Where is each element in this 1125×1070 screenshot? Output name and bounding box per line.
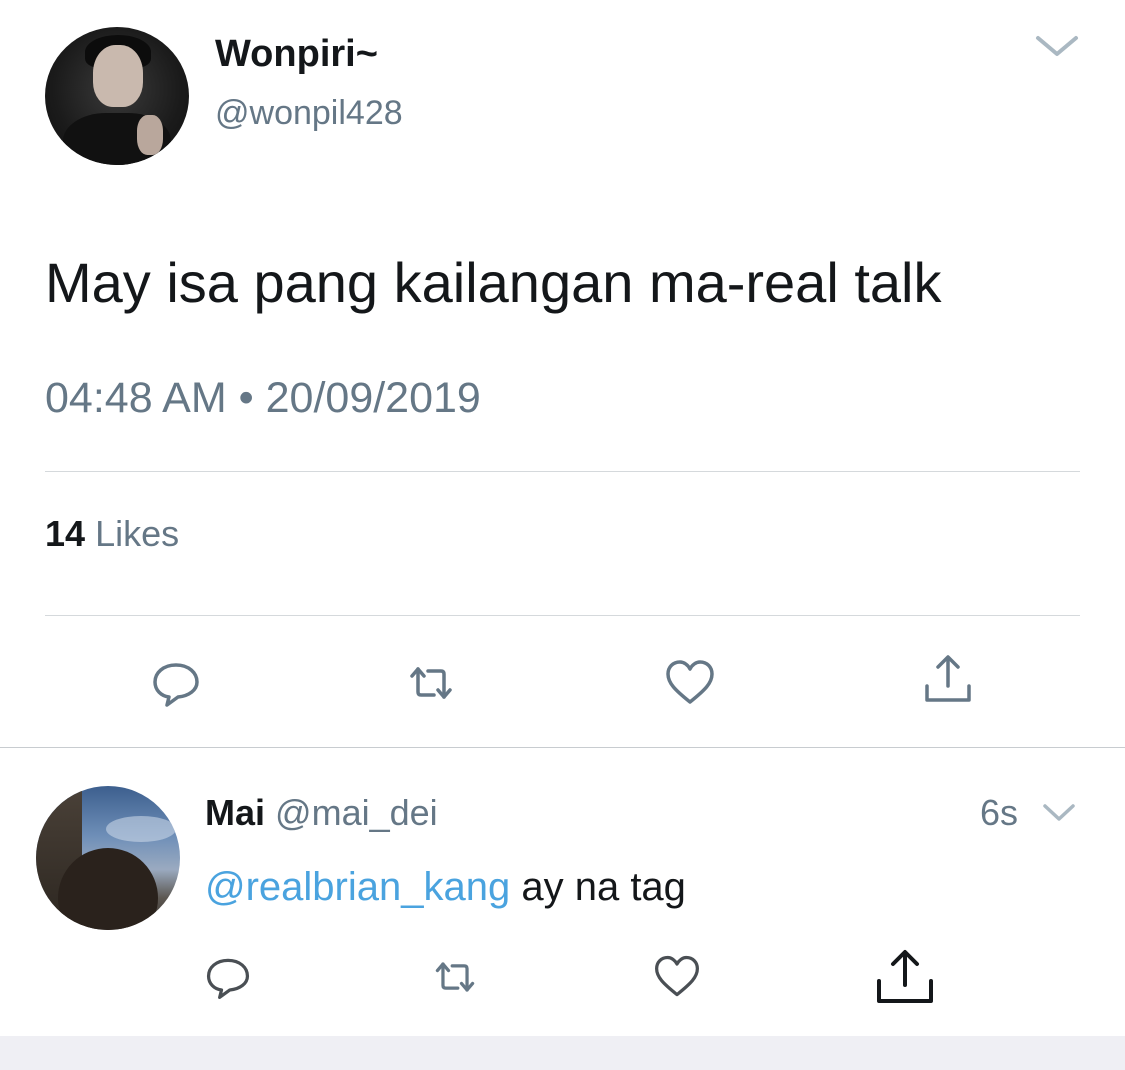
chevron-down-icon[interactable] (1032, 30, 1082, 60)
share-icon[interactable] (873, 947, 937, 1007)
reply-handle: @mai_dei (275, 792, 438, 833)
heart-icon[interactable] (663, 656, 717, 710)
share-icon[interactable] (921, 652, 975, 706)
likes-count: 14 (45, 513, 86, 554)
tweet-text: May isa pang kailangan ma-real talk (45, 251, 942, 314)
divider (45, 615, 1080, 616)
reply-icon[interactable] (149, 656, 203, 710)
avatar-cloud (106, 816, 176, 842)
reply-author[interactable]: Mai @mai_dei (205, 790, 438, 836)
tweet-timestamp: 04:48 AM • 20/09/2019 (45, 374, 481, 422)
reply-avatar[interactable] (36, 786, 180, 930)
reply-body: ay na tag (510, 865, 686, 909)
likes-label: Likes (95, 513, 180, 554)
display-name[interactable]: Wonpiri~ (215, 31, 378, 77)
user-handle[interactable]: @wonpil428 (215, 91, 403, 135)
reply-text: @realbrian_kang ay na tag (205, 862, 686, 912)
reply-icon[interactable] (203, 952, 253, 1002)
heart-icon[interactable] (652, 952, 702, 1002)
retweet-icon[interactable] (430, 952, 480, 1002)
avatar-hand (137, 115, 163, 155)
reply-time: 6s (980, 792, 1019, 833)
reply-display-name: Mai (205, 792, 266, 833)
divider (45, 471, 1080, 472)
chevron-down-icon[interactable] (1041, 800, 1077, 824)
mention-link[interactable]: @realbrian_kang (205, 865, 510, 909)
bottom-bar (0, 1036, 1125, 1070)
avatar-face (93, 45, 143, 107)
divider (0, 747, 1125, 748)
likes-stat[interactable]: 14 Likes (45, 512, 179, 556)
avatar[interactable] (45, 27, 189, 165)
retweet-icon[interactable] (404, 656, 458, 710)
